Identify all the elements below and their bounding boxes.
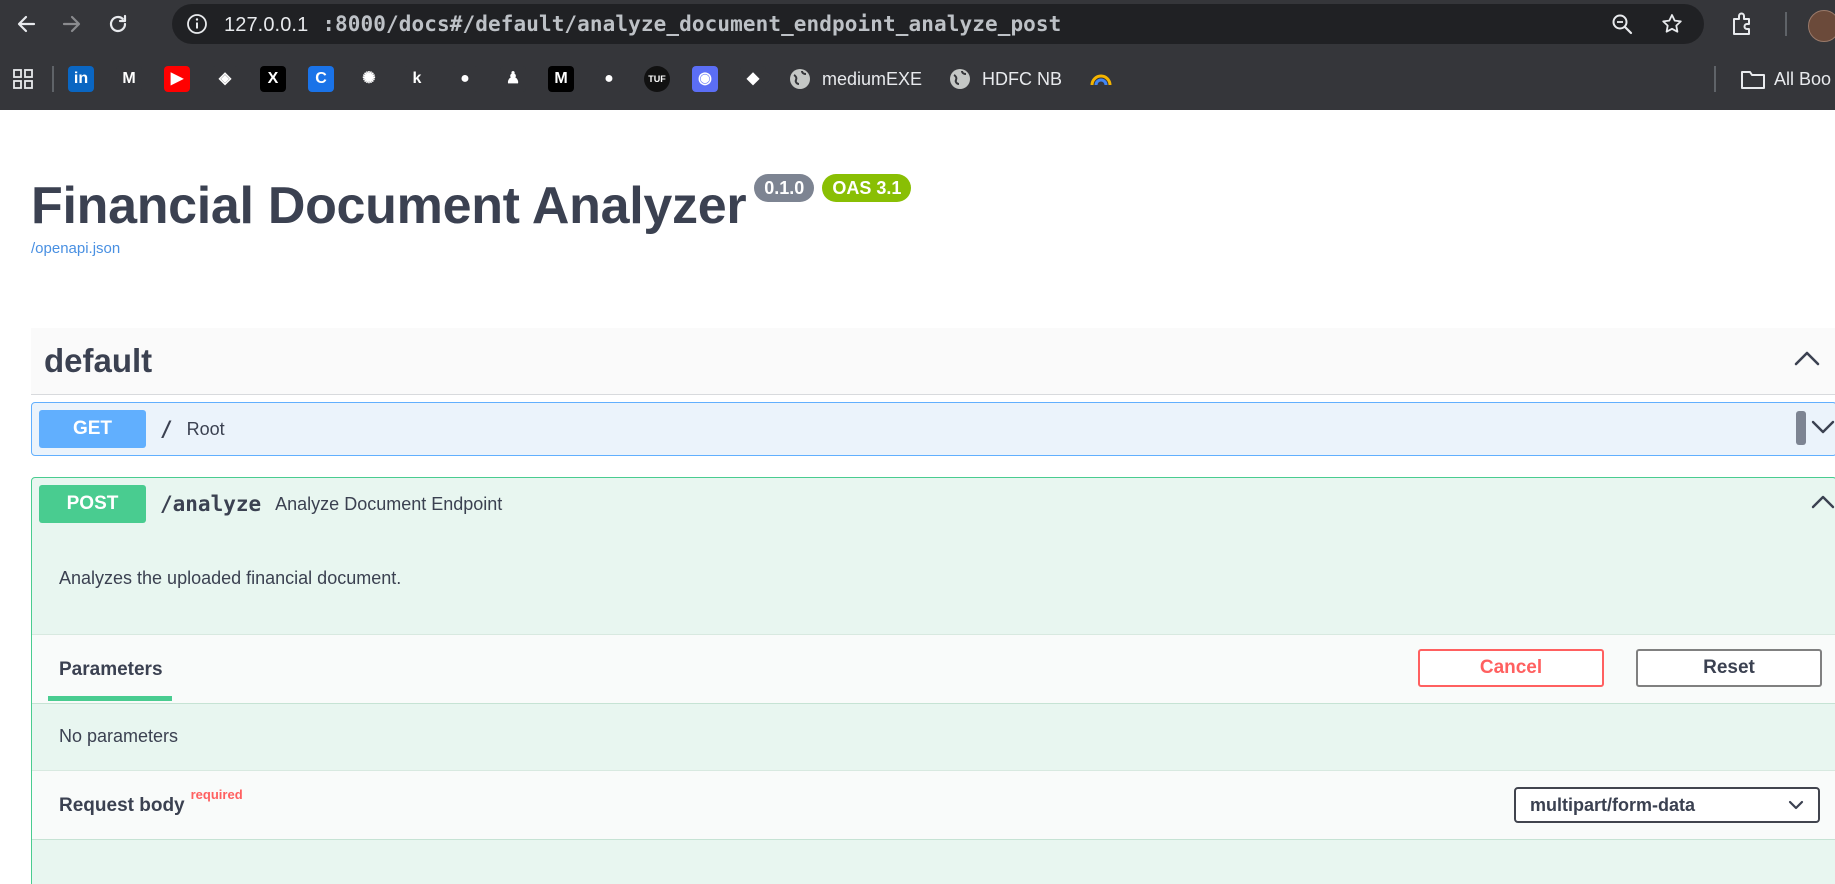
- bookmarks-divider: [52, 66, 54, 92]
- page-title: Financial Document Analyzer: [31, 177, 747, 235]
- url-text[interactable]: 127.0.0.1 :8000/docs#/default/analyze_doc…: [224, 12, 1061, 37]
- extensions-icon[interactable]: [1728, 10, 1756, 38]
- chevron-down-icon: [1788, 800, 1804, 810]
- bookmark-label: mediumEXE: [822, 68, 923, 89]
- request-body-header: Request body required multipart/form-data: [32, 770, 1835, 840]
- globe-icon: [950, 69, 971, 89]
- cancel-button[interactable]: Cancel: [1418, 649, 1604, 687]
- forward-button[interactable]: [52, 4, 92, 44]
- chess-icon[interactable]: ♟: [500, 66, 526, 92]
- address-bar[interactable]: 127.0.0.1 :8000/docs#/default/analyze_doc…: [172, 4, 1704, 44]
- x-icon[interactable]: X: [260, 66, 286, 92]
- swagger-page: Financial Document Analyzer 0.1.0 OAS 3.…: [0, 110, 1835, 884]
- authorize-lock-icon[interactable]: [1796, 411, 1806, 445]
- chevron-down-icon[interactable]: [1810, 417, 1835, 437]
- tag-title: default: [44, 342, 153, 379]
- forward-arrow-icon: [62, 15, 81, 33]
- bookmark-hdfc[interactable]: HDFC NB: [948, 67, 1062, 91]
- required-flag: required: [190, 787, 243, 802]
- operation-path: /: [160, 417, 173, 441]
- toolbar-divider: [1785, 12, 1787, 36]
- openapi-json-link[interactable]: /openapi.json: [31, 240, 120, 257]
- operation-post-analyze: POST /analyze Analyze Document Endpoint …: [31, 477, 1835, 884]
- operation-summary[interactable]: POST /analyze Analyze Document Endpoint: [32, 478, 1835, 530]
- zoom-icon[interactable]: [1610, 12, 1634, 36]
- bookmark-icons: in M ▶ ◈ X C ✺ k ● ♟ M ● TUF ◉ ◆: [68, 66, 788, 92]
- request-body-title: Request body: [59, 795, 185, 816]
- operation-path: /analyze: [160, 492, 262, 516]
- url-path: :8000/docs#/default/analyze_document_end…: [322, 11, 1062, 36]
- chevron-up-icon[interactable]: [1793, 348, 1821, 368]
- globe-icon: [790, 69, 810, 89]
- no-parameters-text: No parameters: [59, 726, 179, 746]
- bookmarks-bar: in M ▶ ◈ X C ✺ k ● ♟ M ● TUF ◉ ◆ mediumEXE HDFC NB All…: [0, 48, 1835, 110]
- request-body-label: Request body required: [59, 787, 243, 817]
- reset-button[interactable]: Reset: [1636, 649, 1822, 687]
- github-icon[interactable]: ●: [452, 66, 478, 92]
- operation-get-root[interactable]: GET / Root: [31, 402, 1835, 456]
- app-icon[interactable]: ◉: [692, 66, 718, 92]
- back-button[interactable]: [6, 4, 46, 44]
- bookmark-rainbow-icon[interactable]: [1088, 66, 1115, 92]
- reload-button[interactable]: [98, 4, 138, 44]
- tag-section-default[interactable]: default: [31, 328, 1835, 395]
- browser-toolbar: 127.0.0.1 :8000/docs#/default/analyze_doc…: [0, 0, 1835, 48]
- omnibox-actions: [1610, 4, 1684, 44]
- bookmark-label: HDFC NB: [982, 68, 1063, 89]
- k-icon[interactable]: k: [404, 66, 430, 92]
- method-badge-post: POST: [39, 485, 146, 523]
- apps-grid-icon[interactable]: [10, 66, 36, 92]
- fish-icon[interactable]: ◆: [740, 66, 766, 92]
- youtube-icon[interactable]: ▶: [164, 66, 190, 92]
- github-icon[interactable]: ●: [596, 66, 622, 92]
- openai-icon[interactable]: ✺: [356, 66, 382, 92]
- tuf-icon[interactable]: TUF: [644, 66, 670, 92]
- operation-summary-text: Analyze Document Endpoint: [275, 493, 503, 514]
- url-host: 127.0.0.1: [224, 13, 309, 36]
- active-tab-indicator: [48, 696, 172, 701]
- c-icon[interactable]: C: [308, 66, 334, 92]
- parameters-header: Parameters Cancel Reset: [32, 634, 1835, 704]
- bookmark-star-icon[interactable]: [1660, 12, 1684, 36]
- all-bookmarks-label: All Boo: [1774, 68, 1832, 89]
- site-info-icon[interactable]: [184, 11, 210, 37]
- operation-summary-text: Root: [186, 418, 225, 439]
- operation-description: Analyzes the uploaded financial document…: [59, 568, 402, 588]
- bookmark-mediumexe[interactable]: mediumEXE: [788, 67, 922, 91]
- gmail-icon[interactable]: M: [116, 66, 142, 92]
- oas-badge: OAS 3.1: [822, 174, 912, 202]
- method-badge-get: GET: [39, 410, 146, 448]
- linkedin-icon[interactable]: in: [68, 66, 94, 92]
- chevron-up-icon[interactable]: [1810, 492, 1835, 512]
- operation-summary[interactable]: GET / Root: [32, 403, 1835, 455]
- layers-icon[interactable]: ◈: [212, 66, 238, 92]
- medium-icon[interactable]: M: [548, 66, 574, 92]
- api-title-row: Financial Document Analyzer 0.1.0 OAS 3.…: [31, 174, 912, 236]
- folder-icon: [1741, 71, 1765, 89]
- tab-parameters[interactable]: Parameters: [59, 659, 163, 681]
- content-type-select[interactable]: multipart/form-data: [1514, 787, 1820, 823]
- all-bookmarks-folder[interactable]: All Boo: [1716, 48, 1831, 110]
- content-type-value: multipart/form-data: [1530, 794, 1696, 815]
- profile-avatar[interactable]: [1808, 10, 1835, 42]
- back-arrow-icon: [17, 15, 36, 33]
- version-badge: 0.1.0: [754, 174, 815, 202]
- reload-icon: [109, 14, 127, 33]
